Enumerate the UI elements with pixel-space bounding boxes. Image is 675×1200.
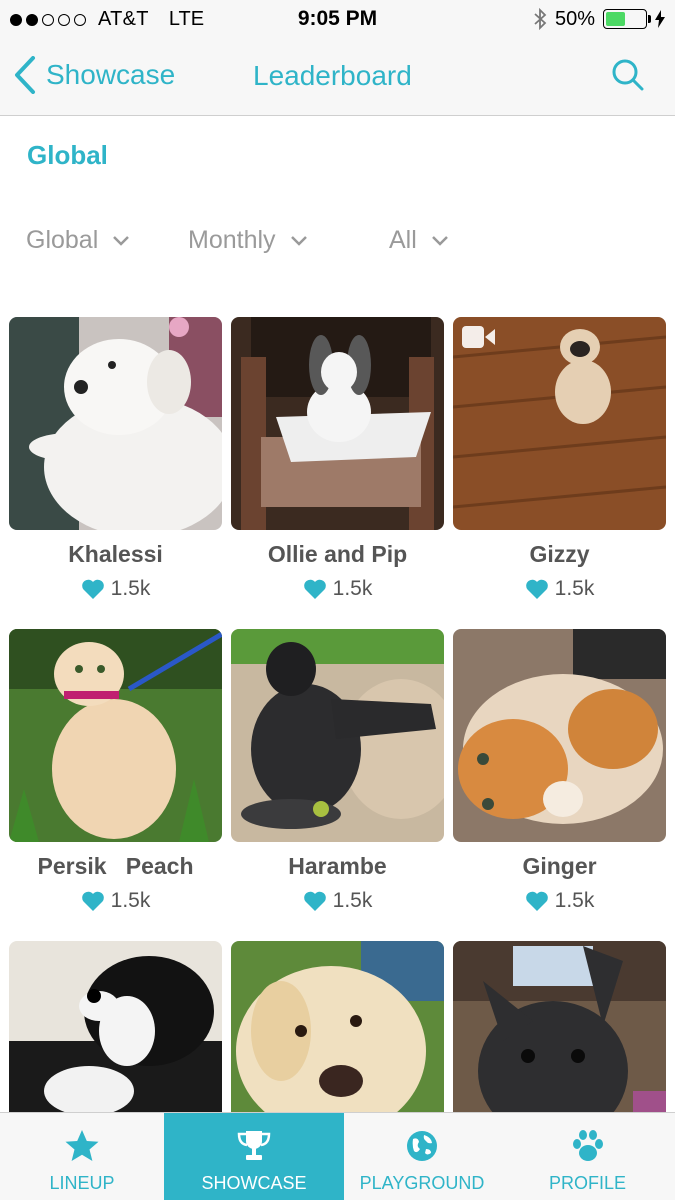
tab-showcase[interactable]: SHOWCASE (164, 1113, 344, 1200)
like-count-value: 1.5k (332, 889, 373, 912)
pet-card[interactable]: Persik Peach 1.5k (9, 629, 222, 912)
globe-icon (407, 1131, 437, 1161)
back-label: Showcase (46, 59, 176, 90)
heart-icon (81, 579, 104, 599)
period-filter-dropdown[interactable]: Monthly (188, 226, 308, 255)
like-count-value: 1.5k (110, 889, 151, 912)
tab-label: PROFILE (548, 1173, 627, 1193)
ginger-cat-photo (453, 629, 666, 842)
pet-photo[interactable] (231, 629, 444, 842)
heart-icon (525, 579, 548, 599)
filter-label: All (389, 226, 417, 254)
pet-card[interactable]: Ollie and Pip 1.5k (231, 317, 444, 600)
search-button[interactable] (611, 58, 645, 97)
pet-name: Ginger (522, 853, 597, 879)
rabbit-photo (231, 317, 444, 530)
heart-icon (81, 891, 104, 911)
heart-icon (303, 579, 326, 599)
like-count[interactable]: 1.5k (9, 889, 222, 913)
like-count[interactable]: 1.5k (231, 577, 444, 601)
pet-card[interactable]: Harambe 1.5k (231, 629, 444, 912)
pet-card[interactable]: Khalessi 1.5k (9, 317, 222, 600)
chevron-down-icon (113, 235, 130, 246)
battery-fill (606, 12, 625, 26)
tab-lineup[interactable]: LINEUP (0, 1113, 164, 1200)
search-icon (612, 59, 644, 91)
bluetooth-icon (534, 7, 547, 31)
heart-icon (525, 891, 548, 911)
tab-bar: LINEUP SHOWCASE PLAYGROUND PROFILE (0, 1112, 675, 1200)
filter-label: Monthly (188, 226, 276, 254)
star-icon (65, 1130, 99, 1161)
tab-label: PLAYGROUND (359, 1173, 485, 1193)
pet-card[interactable]: Gizzy 1.5k (453, 317, 666, 600)
chevron-down-icon (431, 235, 448, 246)
battery-percent: 50% (554, 7, 595, 30)
like-count[interactable]: 1.5k (231, 889, 444, 913)
filter-label: Global (26, 226, 99, 254)
cat-photo (9, 629, 222, 842)
like-count-value: 1.5k (110, 577, 151, 600)
charging-bolt-icon (655, 10, 665, 28)
pet-photo[interactable] (453, 317, 666, 530)
like-count[interactable]: 1.5k (9, 577, 222, 601)
back-button[interactable]: Showcase (14, 56, 175, 94)
pet-name: Ollie and Pip (267, 541, 408, 567)
battery-icon (603, 9, 651, 29)
like-count-value: 1.5k (554, 577, 595, 600)
pet-name: Gizzy (529, 541, 590, 567)
pet-card[interactable]: Ginger 1.5k (453, 629, 666, 912)
tab-playground[interactable]: PLAYGROUND (344, 1113, 500, 1200)
tab-label: LINEUP (49, 1173, 115, 1193)
tab-profile[interactable]: PROFILE (500, 1113, 675, 1200)
pet-photo[interactable] (9, 629, 222, 842)
like-count[interactable]: 1.5k (453, 577, 666, 601)
pet-photo[interactable] (9, 317, 222, 530)
navigation-bar: Showcase Leaderboard (0, 38, 675, 116)
like-count-value: 1.5k (332, 577, 373, 600)
trophy-icon (237, 1131, 271, 1160)
pet-name: Harambe (288, 853, 387, 879)
chevron-down-icon (290, 235, 307, 246)
paw-icon (572, 1130, 603, 1161)
gorilla-photo (231, 629, 444, 842)
chevron-left-icon (15, 56, 35, 94)
like-count-value: 1.5k (554, 889, 595, 912)
type-filter-dropdown[interactable]: All (389, 226, 449, 255)
page-title: Leaderboard (253, 60, 412, 91)
tab-label: SHOWCASE (201, 1173, 307, 1193)
filter-bar: Global Monthly All (0, 226, 675, 266)
puppy-photo (9, 317, 222, 530)
like-count[interactable]: 1.5k (453, 889, 666, 913)
pet-photo[interactable] (453, 629, 666, 842)
region-filter-dropdown[interactable]: Global (26, 226, 130, 255)
video-camera-icon (462, 326, 495, 348)
pet-photo[interactable] (231, 317, 444, 530)
pet-name: Khalessi (68, 541, 163, 567)
heart-icon (303, 891, 326, 911)
status-bar: AT&T LTE 9:05 PM 50% (0, 0, 675, 38)
pet-name: Persik Peach (37, 853, 194, 879)
pug-photo (453, 317, 666, 530)
section-title: Global (27, 140, 108, 170)
